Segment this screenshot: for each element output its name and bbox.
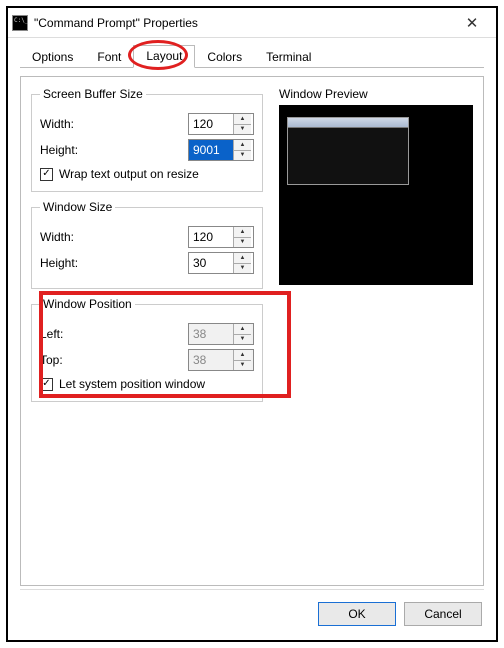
spin-winsize-height[interactable]: ▲ ▼ <box>188 252 254 274</box>
preview-mini-titlebar <box>288 118 408 128</box>
checkbox-wrap-row[interactable]: ✓ Wrap text output on resize <box>40 167 254 181</box>
cmd-icon <box>12 15 28 31</box>
close-button[interactable]: ✕ <box>452 9 492 37</box>
spin-down-icon[interactable]: ▼ <box>234 151 251 161</box>
label-autopos: Let system position window <box>59 377 205 391</box>
divider <box>20 589 484 590</box>
ok-button[interactable]: OK <box>318 602 396 626</box>
spin-down-icon[interactable]: ▼ <box>234 238 251 248</box>
spin-down-icon[interactable]: ▼ <box>234 264 251 274</box>
spin-up-icon: ▲ <box>234 324 251 335</box>
spin-down-icon[interactable]: ▼ <box>234 125 251 135</box>
legend-window-size: Window Size <box>40 200 115 214</box>
spin-winpos-top: ▲ ▼ <box>188 349 254 371</box>
tab-terminal[interactable]: Terminal <box>254 47 323 68</box>
label-winpos-left: Left: <box>40 327 112 341</box>
group-screen-buffer: Screen Buffer Size Width: ▲ ▼ <box>31 87 263 192</box>
spin-winsize-width[interactable]: ▲ ▼ <box>188 226 254 248</box>
spin-winpos-left: ▲ ▼ <box>188 323 254 345</box>
label-wrap: Wrap text output on resize <box>59 167 199 181</box>
group-window-position: Window Position Left: ▲ ▼ T <box>31 297 263 402</box>
layout-panel: Screen Buffer Size Width: ▲ ▼ <box>20 76 484 586</box>
dialog-window: "Command Prompt" Properties ✕ Options Fo… <box>6 6 498 642</box>
spin-up-icon[interactable]: ▲ <box>234 140 251 151</box>
label-winsize-height: Height: <box>40 256 112 270</box>
label-buffer-height: Height: <box>40 143 112 157</box>
window-title: "Command Prompt" Properties <box>34 16 452 30</box>
preview-mini-window <box>287 117 409 185</box>
tab-font[interactable]: Font <box>85 47 133 68</box>
legend-window-position: Window Position <box>40 297 135 311</box>
input-winpos-left <box>189 324 233 344</box>
legend-screen-buffer: Screen Buffer Size <box>40 87 146 101</box>
label-winsize-width: Width: <box>40 230 112 244</box>
tab-underline <box>20 67 484 68</box>
checkbox-wrap[interactable]: ✓ <box>40 168 53 181</box>
tab-colors[interactable]: Colors <box>195 47 254 68</box>
button-bar: OK Cancel <box>318 602 482 626</box>
spin-up-icon[interactable]: ▲ <box>234 227 251 238</box>
group-window-size: Window Size Width: ▲ ▼ Heig <box>31 200 263 289</box>
spin-up-icon[interactable]: ▲ <box>234 114 251 125</box>
cancel-button[interactable]: Cancel <box>404 602 482 626</box>
input-buffer-width[interactable] <box>189 114 233 134</box>
tab-layout[interactable]: Layout <box>133 45 195 68</box>
label-winpos-top: Top: <box>40 353 112 367</box>
input-buffer-height[interactable] <box>189 140 233 160</box>
checkbox-autopos-row[interactable]: ✓ Let system position window <box>40 377 254 391</box>
spin-buffer-height[interactable]: ▲ ▼ <box>188 139 254 161</box>
tab-options[interactable]: Options <box>20 47 85 68</box>
input-winpos-top <box>189 350 233 370</box>
label-preview: Window Preview <box>279 87 473 101</box>
checkbox-autopos[interactable]: ✓ <box>40 378 53 391</box>
spin-down-icon: ▼ <box>234 361 251 371</box>
tab-strip: Options Font Layout Colors Terminal <box>8 38 496 68</box>
spin-buffer-width[interactable]: ▲ ▼ <box>188 113 254 135</box>
input-winsize-width[interactable] <box>189 227 233 247</box>
spin-down-icon: ▼ <box>234 335 251 345</box>
spin-up-icon: ▲ <box>234 350 251 361</box>
input-winsize-height[interactable] <box>189 253 233 273</box>
label-buffer-width: Width: <box>40 117 112 131</box>
window-preview <box>279 105 473 285</box>
titlebar: "Command Prompt" Properties ✕ <box>8 8 496 38</box>
spin-up-icon[interactable]: ▲ <box>234 253 251 264</box>
